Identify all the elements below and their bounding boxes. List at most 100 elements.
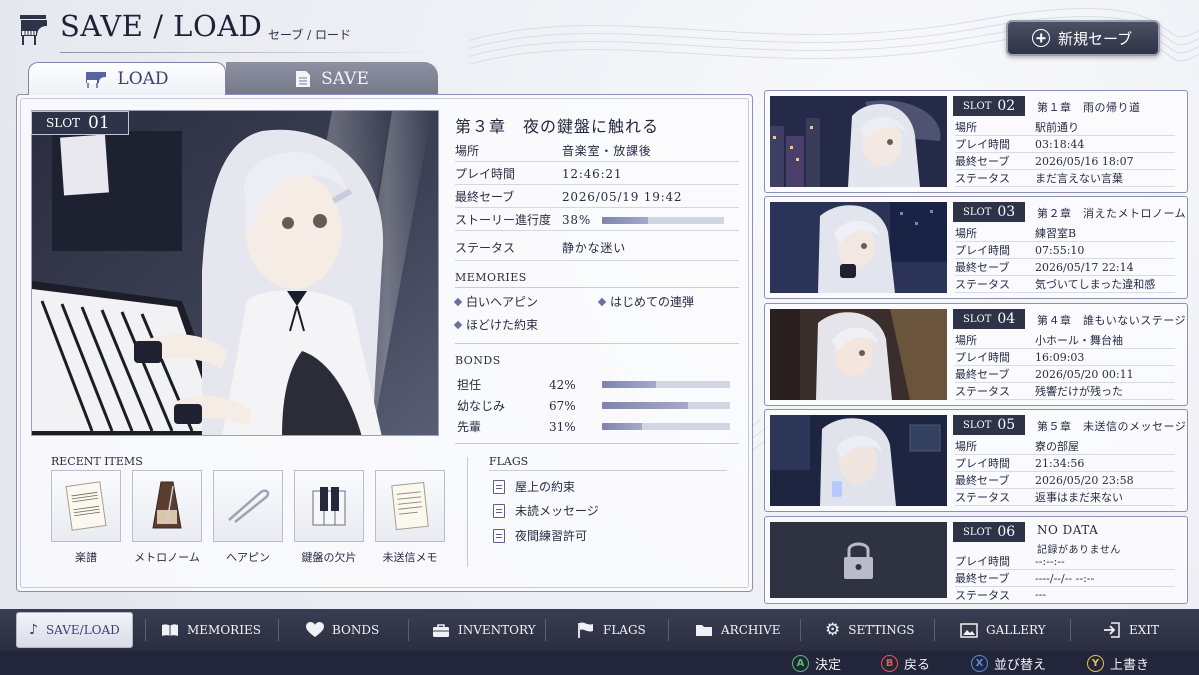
nav-bonds[interactable]: BONDS — [306, 612, 379, 648]
slot-card-04[interactable]: SLOT 04 第４章 誰もいないステージ 場所 小ホール・舞台袖 プレイ時間 16:… — [764, 303, 1188, 406]
piano-logo-icon — [20, 15, 47, 45]
story-progress-bar — [602, 217, 724, 224]
flag-icon — [578, 622, 593, 638]
field-value: 駅前通り — [1035, 121, 1079, 134]
slot-badge: SLOT 01 — [31, 111, 129, 135]
field-key: プレイ時間 — [955, 351, 1010, 364]
slot-field: 場所 駅前通り — [955, 119, 1175, 136]
slot-label: SLOT — [963, 100, 992, 112]
tab-load[interactable]: LOAD — [28, 62, 226, 95]
field-key: 最終セーブ — [955, 368, 1010, 381]
slot-field: プレイ時間 03:18:44 — [955, 136, 1175, 153]
info-key: 場所 — [455, 144, 480, 158]
info-row-last-save: 最終セーブ 2026/05/19 19:42 — [455, 186, 739, 208]
practice-room-illustration — [770, 202, 947, 293]
page-subtitle: セーブ / ロード — [268, 28, 351, 42]
memory-label: はじめての連弾 — [610, 295, 695, 309]
slot-field: 場所 練習室B — [955, 225, 1175, 242]
metronome-icon — [152, 481, 182, 529]
story-progress-fill — [602, 217, 649, 224]
slot-chapter: 第４章 誰もいないステージ — [1037, 314, 1187, 327]
nav-archive[interactable]: ARCHIVE — [695, 612, 781, 648]
nav-label: SAVE/LOAD — [45, 623, 120, 637]
nav-settings[interactable]: ⚙ SETTINGS — [825, 612, 915, 648]
field-key: 場所 — [955, 334, 977, 347]
slot-card-03[interactable]: SLOT 03 第２章 消えたメトロノーム 場所 練習室B プレイ時間 07:55:1… — [764, 196, 1188, 299]
recent-item[interactable]: ヘアピン — [213, 470, 283, 565]
new-save-button[interactable]: 新規セーブ — [1006, 20, 1160, 56]
header: SAVE / LOAD セーブ / ロード 新規セーブ — [0, 0, 1199, 60]
rainy-night-illustration — [770, 96, 947, 187]
nav-inventory[interactable]: INVENTORY — [432, 612, 536, 648]
control-hint-overwrite[interactable]: Y 上書き — [1087, 651, 1149, 675]
recent-item[interactable]: 鍵盤の欠片 — [294, 470, 364, 565]
heart-icon — [306, 622, 324, 637]
field-key: 場所 — [955, 121, 977, 134]
field-value: 2026/05/20 00:11 — [1035, 367, 1134, 381]
nav-flags[interactable]: FLAGS — [577, 612, 646, 648]
slot-01-artwork[interactable] — [31, 110, 439, 436]
field-key: 場所 — [955, 440, 977, 453]
bond-name: 先輩 — [457, 420, 482, 434]
nav-save-load[interactable]: ♪ SAVE/LOAD — [16, 612, 133, 648]
slot-03-thumbnail — [770, 202, 947, 293]
tab-save[interactable]: SAVE — [226, 62, 438, 95]
field-key: プレイ時間 — [955, 457, 1010, 470]
diamond-icon — [453, 297, 463, 306]
bag-icon — [433, 623, 449, 637]
flag-item[interactable]: 夜間練習許可 — [493, 527, 587, 544]
recent-item-name: 楽譜 — [75, 551, 97, 564]
slot-card-02[interactable]: SLOT 02 第１章 雨の帰り道 場所 駅前通り プレイ時間 03:18:44 最終… — [764, 90, 1188, 193]
bond-row: 先輩 31% — [457, 418, 576, 435]
memory-item[interactable]: 白いヘアピン — [453, 293, 539, 310]
bonds-label: BONDS — [455, 354, 501, 367]
slot-card-05[interactable]: SLOT 05 第５章 未送信のメッセージ 場所 寮の部屋 プレイ時間 21:34:5… — [764, 409, 1188, 512]
bonds-divider — [455, 443, 739, 444]
nav-separator — [934, 619, 935, 641]
slot-number: 05 — [997, 417, 1016, 433]
control-hint-back[interactable]: B 戻る — [881, 651, 930, 675]
recent-item-frame — [132, 470, 202, 542]
slot-field: ステータス 気づいてしまった違和感 — [955, 276, 1175, 293]
sheet-music-icon — [65, 481, 107, 531]
recent-item-frame — [213, 470, 283, 542]
stage-wings-illustration — [770, 309, 947, 400]
nav-exit[interactable]: EXIT — [1103, 612, 1159, 648]
memory-label: 白いヘアピン — [466, 295, 539, 309]
slot-chapter: 第１章 雨の帰り道 — [1037, 101, 1141, 114]
bond-value: 67% — [549, 398, 576, 413]
character-piano-illustration — [32, 111, 438, 435]
slot-field: ステータス 返事はまだ来ない — [955, 489, 1175, 506]
control-label: 戻る — [904, 657, 931, 673]
nav-memories[interactable]: MEMORIES — [161, 612, 261, 648]
slot-card-06[interactable]: SLOT 06 NO DATA 記録がありません プレイ時間 --:--:-- 最終… — [764, 516, 1188, 604]
field-value: 寮の部屋 — [1035, 440, 1079, 453]
slot-chapter: 第５章 未送信のメッセージ — [1037, 420, 1187, 433]
slot-badge: SLOT 02 — [953, 96, 1025, 116]
bond-bar-fill — [602, 381, 656, 388]
book-icon — [162, 624, 178, 636]
bond-name: 担任 — [457, 378, 482, 392]
flags-label: FLAGS — [489, 455, 529, 468]
header-divider — [60, 52, 440, 53]
bond-bar — [602, 402, 730, 409]
field-key: プレイ時間 — [955, 244, 1010, 257]
nav-separator — [1070, 619, 1071, 641]
recent-item[interactable]: 楽譜 — [51, 470, 121, 565]
field-key: 最終セーブ — [955, 261, 1010, 274]
memory-item[interactable]: はじめての連弾 — [597, 293, 695, 310]
recent-item-frame — [375, 470, 445, 542]
nav-gallery[interactable]: GALLERY — [960, 612, 1046, 648]
recent-item[interactable]: 未送信メモ — [375, 470, 445, 565]
memory-item[interactable]: ほどけた約束 — [453, 316, 538, 333]
recent-items-label: RECENT ITEMS — [51, 455, 143, 468]
recent-item[interactable]: メトロノーム — [132, 470, 202, 565]
plus-icon — [1032, 29, 1050, 47]
field-value: 2026/05/16 18:07 — [1035, 154, 1134, 168]
document-icon — [493, 503, 505, 518]
flag-item[interactable]: 未読メッセージ — [493, 502, 599, 519]
flag-item[interactable]: 屋上の約束 — [493, 478, 575, 495]
control-hint-confirm[interactable]: A 決定 — [792, 651, 841, 675]
note-icon: ♪ — [29, 622, 38, 638]
control-hint-sort[interactable]: X 並び替え — [971, 651, 1046, 675]
